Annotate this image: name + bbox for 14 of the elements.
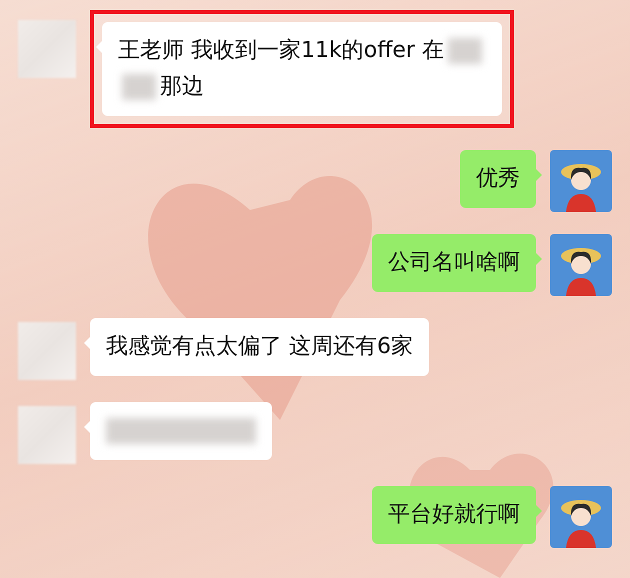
blurred-text — [122, 74, 156, 100]
message-text: 那边 — [160, 73, 204, 101]
message-text: 王老师 我收到一家11k的offer 在 — [118, 37, 444, 65]
message-text: 公司名叫啥啊 — [388, 249, 520, 277]
avatar-icon — [550, 486, 612, 548]
avatar-placeholder — [18, 322, 76, 380]
avatar-placeholder — [18, 406, 76, 464]
message-text: 优秀 — [476, 165, 520, 193]
message-text: 平台好就行啊 — [388, 501, 520, 529]
avatar-placeholder — [18, 20, 76, 78]
avatar-icon — [550, 234, 612, 296]
message-text: 我感觉有点太偏了 这周还有6家 — [106, 333, 413, 361]
blurred-text — [448, 38, 482, 64]
avatar-icon — [550, 150, 612, 212]
